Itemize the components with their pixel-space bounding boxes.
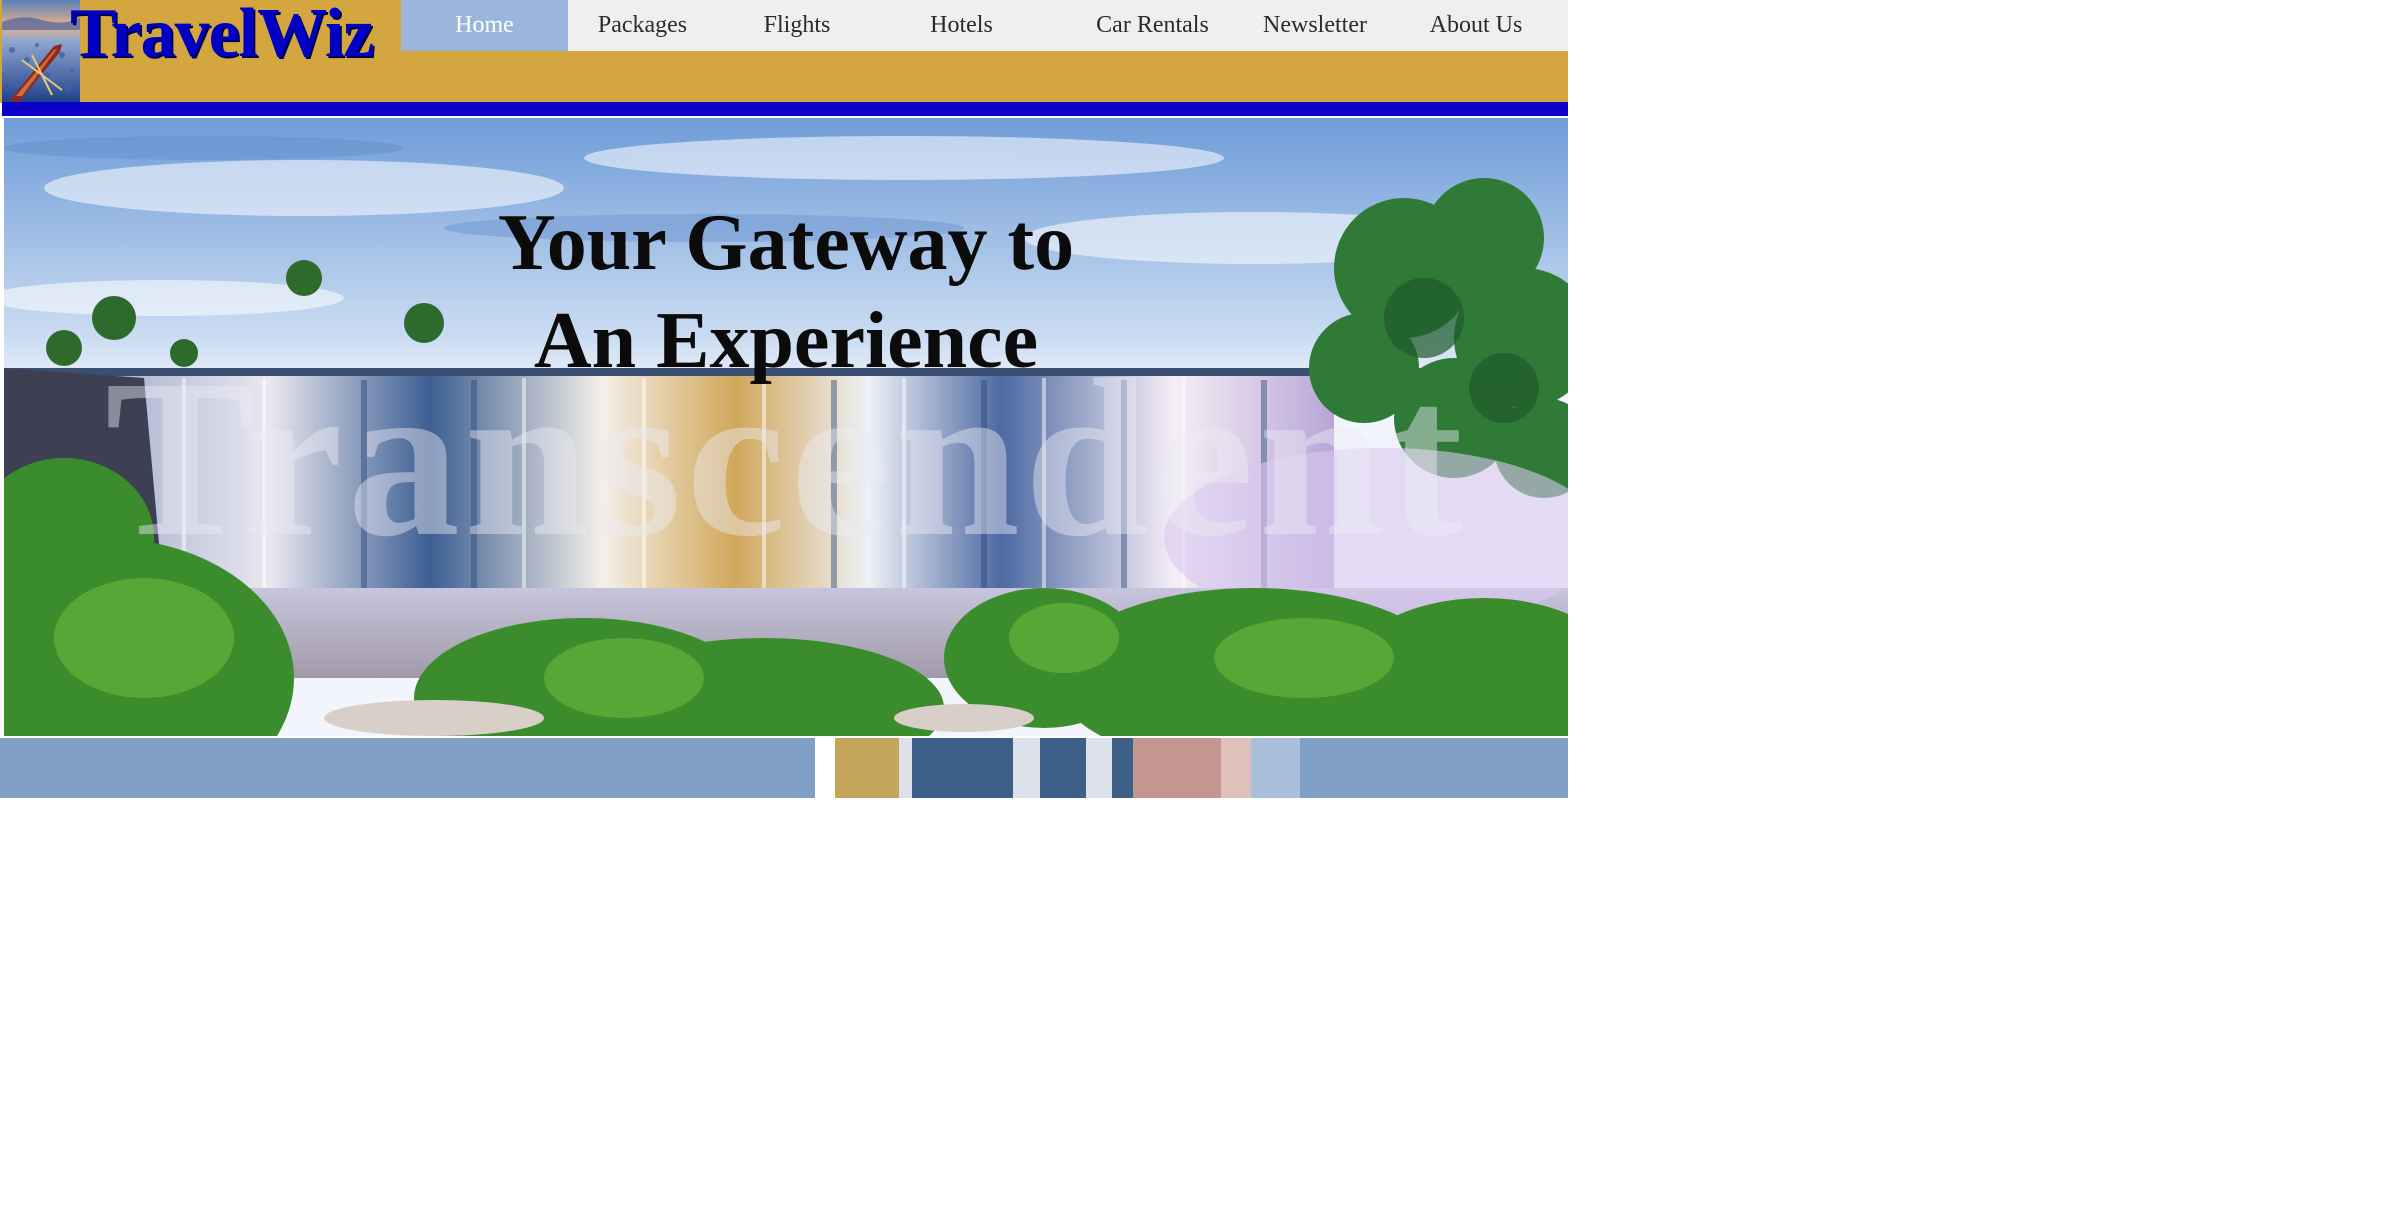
hero-banner: Transcendent Your Gateway to An Experien…	[4, 118, 1568, 736]
hero-title-line1: Your Gateway to	[497, 199, 1075, 287]
palette-swatch	[1112, 738, 1133, 798]
main-nav: Home Packages Flights Hotels Car Rentals…	[401, 0, 1568, 51]
palette-swatch	[1221, 738, 1251, 798]
nav-packages[interactable]: Packages	[568, 0, 717, 51]
palette-swatch	[899, 738, 912, 798]
palette-swatch	[1040, 738, 1086, 798]
nav-about-us[interactable]: About Us	[1396, 0, 1556, 51]
palette-swatch	[1013, 738, 1040, 798]
palette-swatch	[1086, 738, 1112, 798]
palette-swatch	[1133, 738, 1221, 798]
hero-title: Your Gateway to An Experience	[4, 194, 1568, 390]
nav-hotels[interactable]: Hotels	[877, 0, 1046, 51]
palette-swatch	[815, 738, 835, 798]
logo-canoe-icon[interactable]	[2, 0, 80, 103]
brand-logo-text[interactable]: TravelWiz	[70, 0, 374, 76]
palette-swatch	[0, 738, 815, 798]
palette-swatch	[1251, 738, 1300, 798]
hero-title-line2: An Experience	[533, 297, 1039, 385]
palette-swatch	[835, 738, 899, 798]
nav-newsletter[interactable]: Newsletter	[1250, 0, 1380, 51]
nav-car-rentals[interactable]: Car Rentals	[1046, 0, 1259, 51]
color-palette-strip	[0, 738, 1568, 798]
palette-swatch	[912, 738, 1013, 798]
nav-home[interactable]: Home	[401, 0, 568, 51]
nav-flights[interactable]: Flights	[717, 0, 877, 51]
palette-swatch	[1300, 738, 1568, 798]
site-header: TravelWiz Home Packages Flights Hotels C…	[0, 0, 1568, 103]
header-accent-bar	[2, 102, 1568, 116]
